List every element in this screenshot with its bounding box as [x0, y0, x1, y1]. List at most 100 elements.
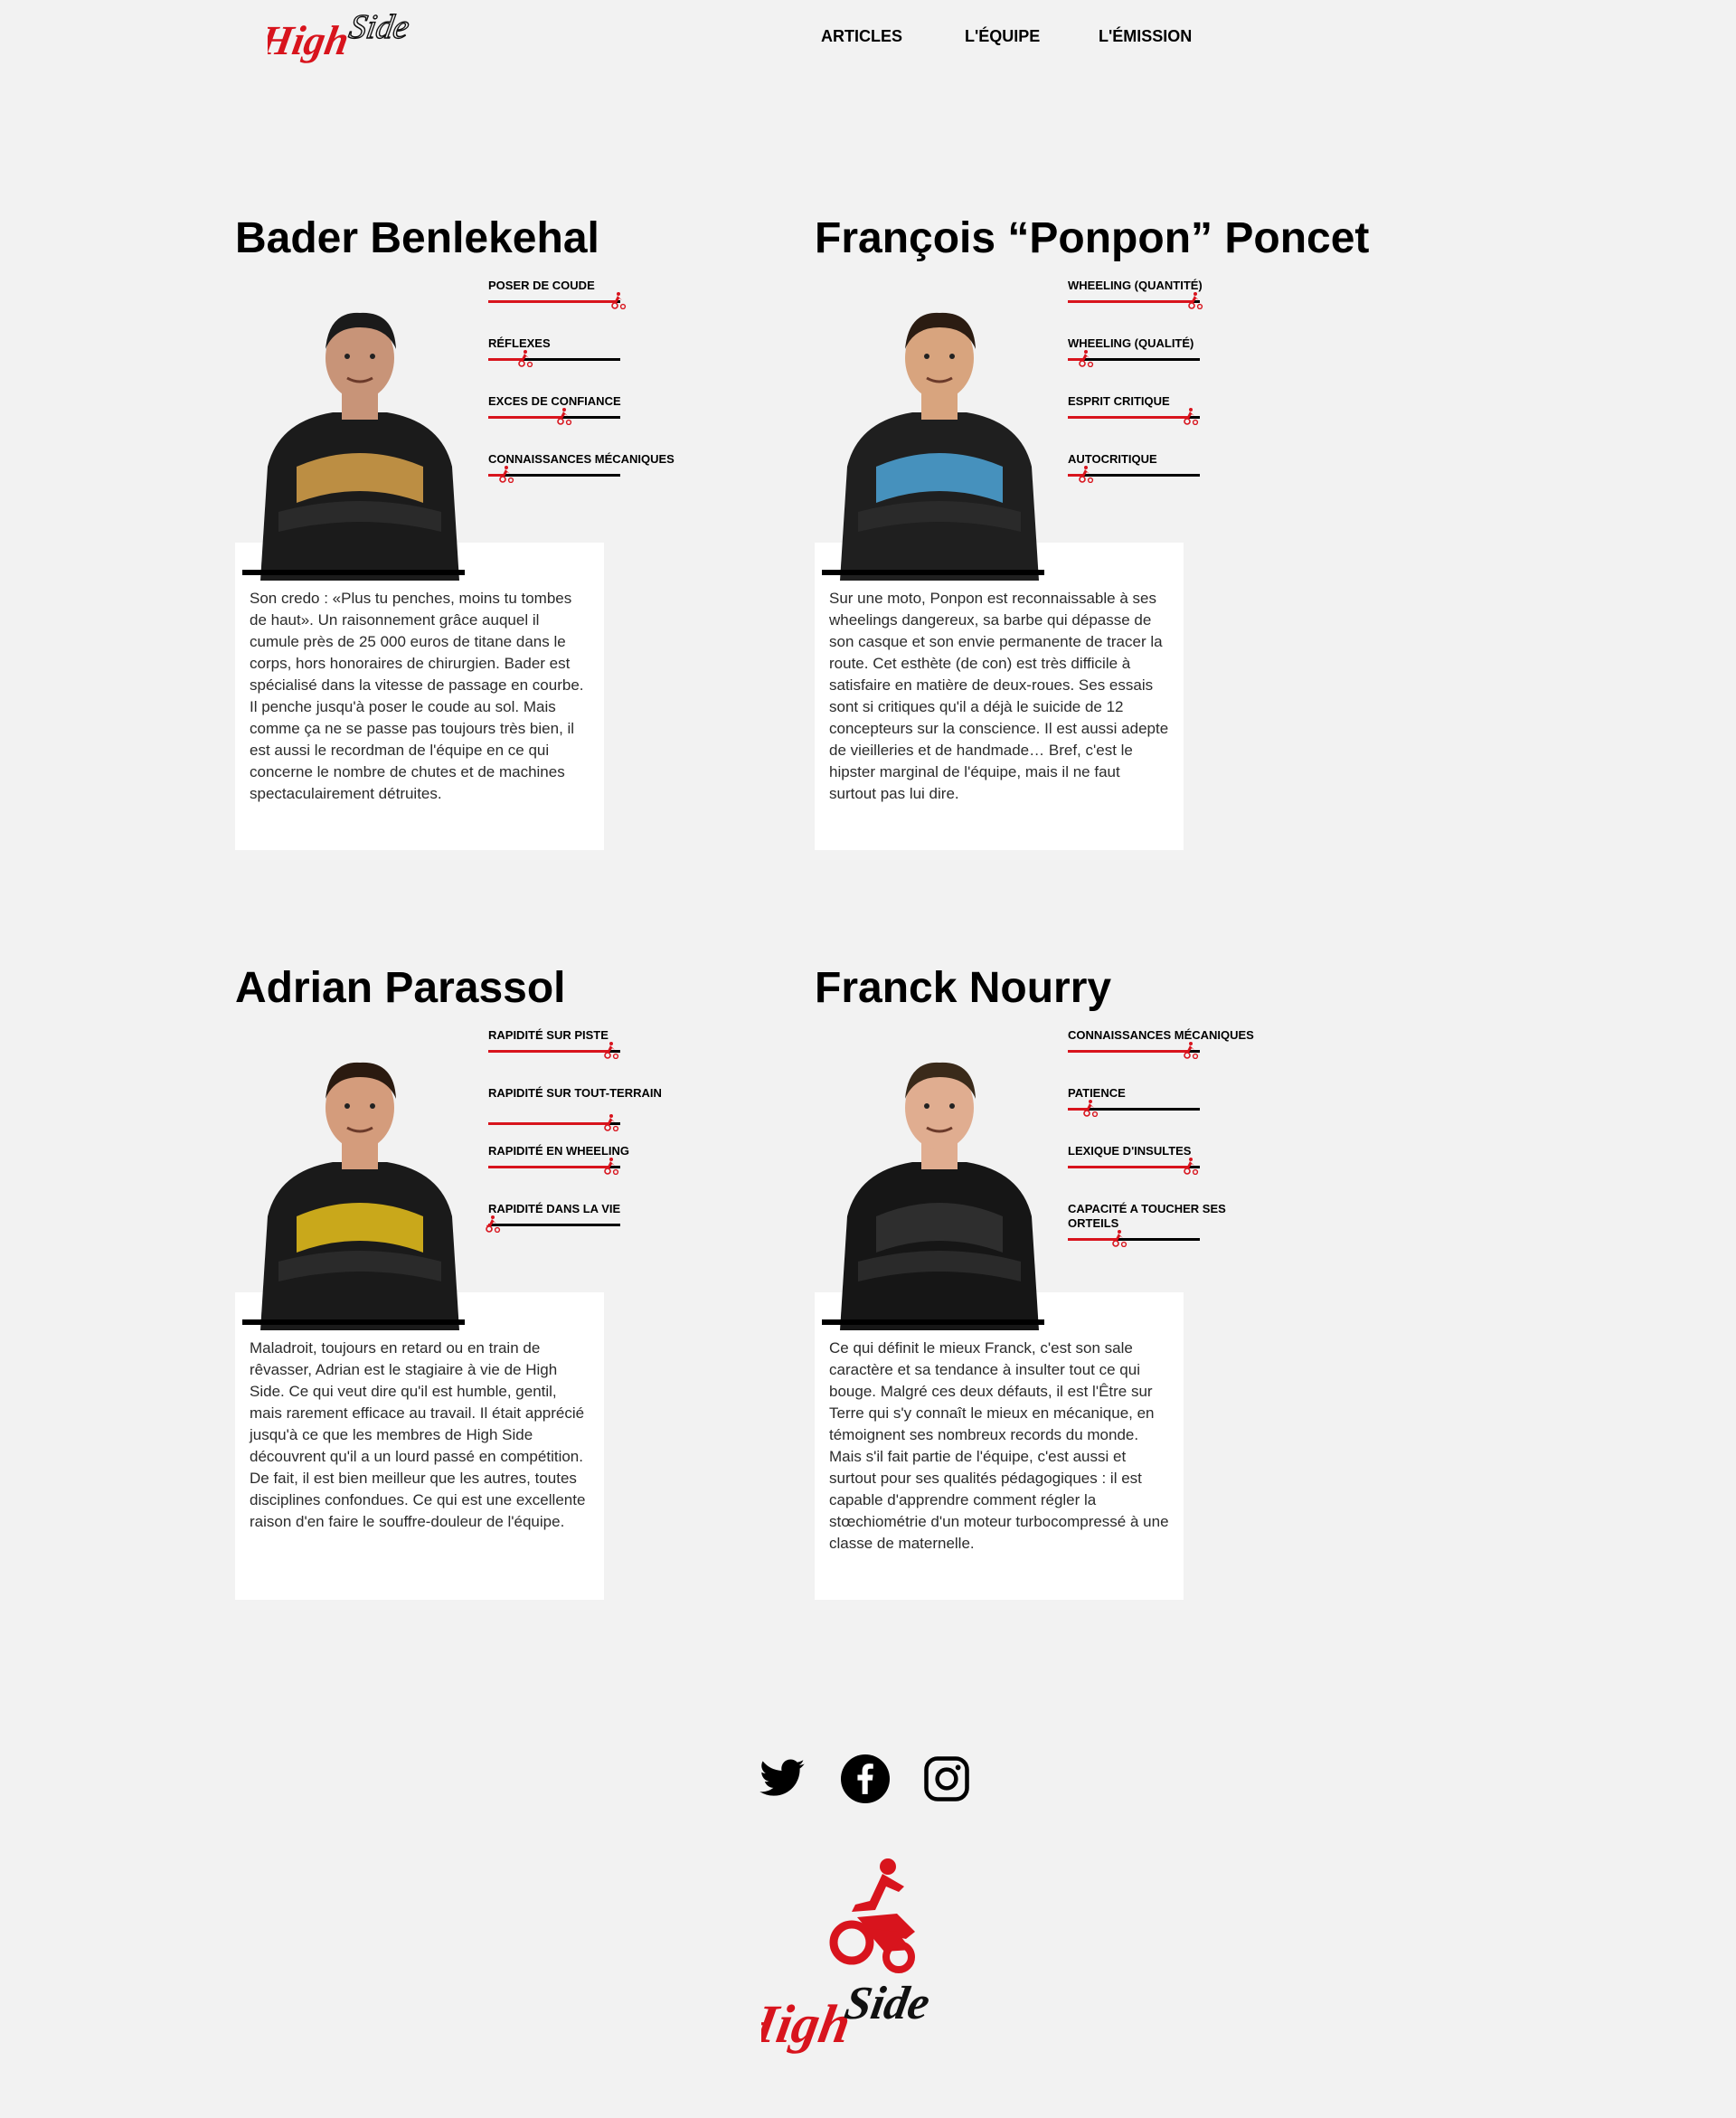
skill-bar [488, 350, 620, 367]
skill-bar [1068, 1158, 1200, 1175]
skill-label: RAPIDITÉ EN WHEELING [488, 1144, 630, 1158]
skill-bar [1068, 1230, 1200, 1247]
skill-fill [488, 1122, 610, 1125]
skill-bar [1068, 1042, 1200, 1059]
skill-fill [488, 416, 562, 419]
skill-label: EXCES DE CONFIANCE [488, 394, 621, 408]
skill-bar [488, 408, 620, 425]
skill-fill [1068, 1050, 1190, 1053]
rider-marker-icon [1184, 1158, 1199, 1175]
skill-item: POSER DE COUDE [488, 279, 687, 336]
team-member: Bader Benlekehal POSER DE COUDE RÉFLEXES E… [235, 213, 796, 850]
skill-item: RAPIDITÉ SUR TOUT-TERRAIN [488, 1086, 687, 1144]
member-name: François “Ponpon” Poncet [815, 214, 1370, 262]
portrait-underline [242, 1319, 465, 1325]
member-name: Franck Nourry [815, 964, 1112, 1012]
skill-item: ESPRIT CRITIQUE [1068, 394, 1267, 452]
skill-bar [1068, 350, 1200, 367]
skill-label: RAPIDITÉ SUR PISTE [488, 1028, 609, 1042]
skill-item: WHEELING (QUANTITÉ) [1068, 279, 1267, 336]
skill-item: LEXIQUE D'INSULTES [1068, 1144, 1267, 1202]
skill-bar [1068, 466, 1200, 483]
skill-label: CAPACITÉ A TOUCHER SES ORTEILS [1068, 1202, 1226, 1230]
rider-marker-icon [1078, 466, 1093, 483]
skill-item: WHEELING (QUALITÉ) [1068, 336, 1267, 394]
skill-fill [1068, 416, 1190, 419]
social-links [758, 1754, 975, 1803]
member-bio: Sur une moto, Ponpon est reconnaissable … [829, 590, 1169, 802]
rider-marker-icon [1187, 292, 1203, 309]
twitter-icon[interactable] [758, 1754, 807, 1803]
skill-item: CONNAISSANCES MÉCANIQUES [488, 452, 687, 510]
skill-item: RAPIDITÉ SUR PISTE [488, 1028, 687, 1086]
portrait-underline [822, 570, 1044, 575]
rider-portrait-illustration [840, 312, 1039, 581]
skill-item: AUTOCRITIQUE [1068, 452, 1267, 510]
team-member: Franck Nourry CONNAISSANCES MÉCANIQUES PA… [815, 963, 1375, 1600]
skill-label: CONNAISSANCES MÉCANIQUES [1068, 1028, 1254, 1042]
skill-bar [488, 1158, 620, 1175]
rider-marker-icon [604, 1114, 619, 1131]
member-portrait [242, 1035, 477, 1330]
skill-bar [488, 292, 626, 309]
team-member: Adrian Parassol RAPIDITÉ SUR PISTE RAPIDI… [235, 963, 796, 1600]
skill-label: RAPIDITÉ SUR TOUT-TERRAIN [488, 1086, 662, 1100]
footer-logo-side: Side [841, 1977, 934, 2029]
rider-portrait-illustration [260, 1062, 459, 1330]
skill-bar [486, 1215, 620, 1233]
skill-label: ESPRIT CRITIQUE [1068, 394, 1170, 408]
skill-fill [488, 1050, 610, 1053]
rider-marker-icon [1184, 1042, 1199, 1059]
skill-label: AUTOCRITIQUE [1068, 452, 1157, 466]
skill-label: POSER DE COUDE [488, 279, 595, 292]
member-name: Adrian Parassol [235, 964, 566, 1012]
skill-label: CONNAISSANCES MÉCANIQUES [488, 452, 675, 466]
member-portrait [822, 286, 1057, 581]
rider-marker-icon [1112, 1230, 1127, 1247]
rider-marker-icon [610, 292, 626, 309]
skill-item: RAPIDITÉ DANS LA VIE [486, 1202, 687, 1260]
wheelie-rider-icon [829, 1858, 915, 1973]
member-bio: Ce qui définit le mieux Franck, c'est so… [829, 1339, 1169, 1552]
member-bio: Son credo : «Plus tu penches, moins tu t… [250, 590, 584, 802]
rider-marker-icon [556, 408, 571, 425]
instagram-icon[interactable] [922, 1754, 971, 1803]
skill-label: LEXIQUE D'INSULTES [1068, 1144, 1192, 1158]
skill-label: RAPIDITÉ DANS LA VIE [488, 1202, 621, 1215]
nav-articles[interactable]: ARTICLES [821, 27, 902, 46]
skill-fill [1068, 1166, 1190, 1168]
skill-item: EXCES DE CONFIANCE [488, 394, 687, 452]
skill-item: CONNAISSANCES MÉCANIQUES [1068, 1028, 1267, 1086]
skill-bar [488, 466, 620, 483]
skill-bar [488, 1114, 620, 1131]
rider-marker-icon [498, 466, 514, 483]
member-portrait [822, 1035, 1057, 1330]
rider-portrait-illustration [260, 312, 459, 581]
skill-label: WHEELING (QUALITÉ) [1068, 336, 1194, 350]
skill-bar [1068, 292, 1203, 309]
rider-portrait-illustration [840, 1062, 1039, 1330]
facebook-icon[interactable] [841, 1754, 890, 1803]
main-nav: ARTICLES L'ÉQUIPE L'ÉMISSION [0, 24, 1736, 51]
skill-fill [1068, 300, 1194, 303]
skill-item: RAPIDITÉ EN WHEELING [488, 1144, 687, 1202]
rider-marker-icon [604, 1042, 619, 1059]
nav-equipe[interactable]: L'ÉQUIPE [965, 27, 1040, 46]
rider-marker-icon [518, 350, 533, 367]
skill-fill [488, 300, 617, 303]
skill-bar [1068, 1100, 1200, 1117]
rider-marker-icon [1078, 350, 1093, 367]
skill-label: WHEELING (QUANTITÉ) [1068, 279, 1203, 292]
nav-emission[interactable]: L'ÉMISSION [1099, 27, 1192, 46]
portrait-underline [242, 570, 465, 575]
skill-item: RÉFLEXES [488, 336, 687, 394]
rider-marker-icon [486, 1215, 501, 1233]
member-name: Bader Benlekehal [235, 214, 599, 262]
footer-logo[interactable]: High Side [729, 1845, 978, 2062]
team-member: François “Ponpon” Poncet WHEELING (QUANT… [815, 213, 1375, 850]
skill-bar [488, 1042, 620, 1059]
member-portrait [242, 286, 477, 581]
rider-marker-icon [604, 1158, 619, 1175]
skill-item: CAPACITÉ A TOUCHER SES ORTEILS [1068, 1202, 1267, 1260]
portrait-underline [822, 1319, 1044, 1325]
